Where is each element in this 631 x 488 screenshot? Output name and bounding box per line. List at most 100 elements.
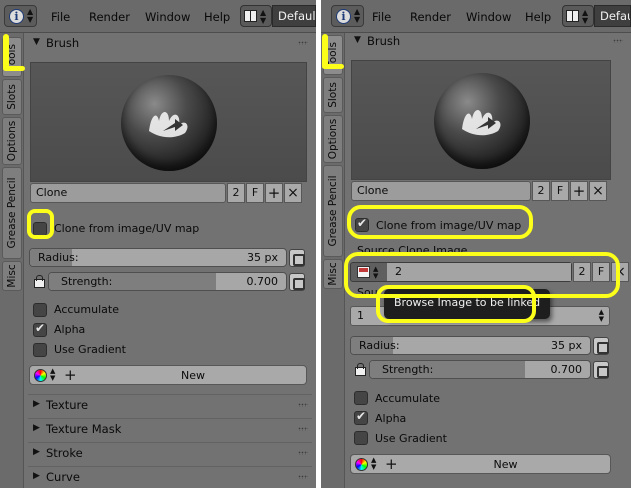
lock-icon[interactable] xyxy=(33,275,45,288)
accumulate-checkbox[interactable] xyxy=(354,391,368,405)
texture-panel-header[interactable]: ▶ Texture xyxy=(28,394,312,414)
updown-arrow-icon: ▲ ▼ xyxy=(582,8,589,25)
radius-pressure-button[interactable] xyxy=(289,249,305,267)
expanded-triangle-icon: ▼ xyxy=(33,37,40,47)
strength-pressure-button[interactable] xyxy=(593,361,609,379)
use-gradient-label: Use Gradient xyxy=(54,343,126,356)
menu-file[interactable]: File xyxy=(372,10,391,24)
use-gradient-label: Use Gradient xyxy=(375,432,447,445)
drag-grip-icon[interactable] xyxy=(298,427,308,431)
menu-help[interactable]: Help xyxy=(204,10,230,24)
tab-slots[interactable]: Slots xyxy=(2,79,22,115)
alpha-checkbox[interactable] xyxy=(354,409,368,425)
strength-pressure-button[interactable] xyxy=(289,273,305,291)
radius-slider[interactable]: Radius: 35 px xyxy=(29,248,287,267)
new-palette-button[interactable]: ▲ ▼ + New xyxy=(350,454,611,474)
alpha-label: Alpha xyxy=(375,412,407,425)
updown-arrow-icon: ▲ ▼ xyxy=(354,7,361,24)
updown-arrow-icon: ▲ ▼ xyxy=(27,7,34,24)
tab-slots[interactable]: Slots xyxy=(323,77,343,113)
brush-name-field[interactable]: Clone xyxy=(30,183,226,203)
drag-grip-icon[interactable] xyxy=(613,39,623,43)
color-wheel-icon xyxy=(355,458,368,471)
left-screenshot-pane: i ▲ ▼ File Render Window Help ▲ ▼ Default … xyxy=(0,0,316,488)
clone-brush-icon xyxy=(121,75,217,171)
accumulate-label: Accumulate xyxy=(375,392,440,405)
menu-window[interactable]: Window xyxy=(466,10,511,24)
tab-misc[interactable]: Misc xyxy=(323,259,343,289)
tab-options[interactable]: Options xyxy=(2,117,22,165)
lock-icon[interactable] xyxy=(354,363,366,376)
drag-grip-icon[interactable] xyxy=(298,41,308,45)
remove-brush-button[interactable]: × xyxy=(284,183,302,203)
drag-grip-icon[interactable] xyxy=(298,451,308,455)
use-gradient-checkbox[interactable] xyxy=(354,431,368,445)
plus-icon: + xyxy=(64,366,77,384)
alpha-checkbox[interactable] xyxy=(33,321,47,337)
tools-tab-highlight-underline xyxy=(322,64,344,69)
texture-mask-panel-header[interactable]: ▶ Texture Mask xyxy=(28,418,312,438)
tool-tabs: Tools Slots Options Grease Pencil Misc xyxy=(0,33,24,488)
panel-title: Brush xyxy=(367,34,401,48)
clone-brush-icon xyxy=(434,73,530,169)
fake-user-button[interactable]: F xyxy=(551,181,569,201)
checkbox-highlight xyxy=(27,209,54,239)
strength-label: Strength: xyxy=(382,363,434,376)
collapsed-triangle-icon: ▶ xyxy=(33,423,40,433)
brush-users-count[interactable]: 2 xyxy=(532,181,550,201)
updown-arrow-icon: ▲ ▼ xyxy=(260,8,267,25)
strength-slider[interactable]: Strength: 0.700 xyxy=(48,272,287,291)
brush-panel-header[interactable]: ▼ Brush xyxy=(349,31,627,51)
menu-window[interactable]: Window xyxy=(145,10,190,24)
use-gradient-checkbox[interactable] xyxy=(33,343,47,357)
menu-file[interactable]: File xyxy=(51,10,70,24)
add-brush-button[interactable]: + xyxy=(570,181,588,201)
top-menubar: i ▲▼ File Render Window Help ▲▼ Default xyxy=(321,0,631,33)
tab-grease-pencil[interactable]: Grease Pencil xyxy=(323,165,343,257)
tools-tab-highlight-underline xyxy=(3,66,25,71)
plus-icon: + xyxy=(385,455,398,473)
screen-layout-name[interactable]: Default xyxy=(594,5,631,27)
clone-option-highlight xyxy=(347,205,533,239)
new-palette-button[interactable]: ▲ ▼ + New xyxy=(29,365,307,385)
curve-panel-header[interactable]: ▶ Curve xyxy=(28,466,312,486)
tab-misc[interactable]: Misc xyxy=(2,261,22,291)
brush-preview[interactable] xyxy=(351,60,611,180)
menu-render[interactable]: Render xyxy=(410,10,451,24)
brush-name-field[interactable]: Clone xyxy=(351,181,531,201)
collapsed-triangle-icon: ▶ xyxy=(33,399,40,409)
brush-users-count[interactable]: 2 xyxy=(227,183,245,203)
strength-value: 0.700 xyxy=(246,275,279,288)
collapsed-triangle-icon: ▶ xyxy=(33,471,40,481)
radius-value: 35 px xyxy=(551,339,582,352)
tools-tab-highlight xyxy=(3,34,9,70)
add-brush-button[interactable]: + xyxy=(265,183,283,203)
strength-label: Strength: xyxy=(61,275,113,288)
info-icon: i xyxy=(9,9,24,24)
new-label: New xyxy=(181,369,205,382)
drag-grip-icon[interactable] xyxy=(298,403,308,407)
stroke-panel-header[interactable]: ▶ Stroke xyxy=(28,442,312,462)
clone-from-image-label: Clone from image/UV map xyxy=(54,222,200,235)
brush-preview[interactable] xyxy=(30,62,307,182)
screen-layout-button[interactable]: ▲ ▼ xyxy=(562,5,594,27)
screen-layout-button[interactable]: ▲ ▼ xyxy=(240,5,272,27)
remove-brush-button[interactable]: × xyxy=(589,181,607,201)
radius-pressure-button[interactable] xyxy=(593,337,609,355)
tool-tabs: Tools Slots Options Grease Pencil Misc xyxy=(321,33,345,488)
fake-user-button[interactable]: F xyxy=(246,183,264,203)
brush-panel-header[interactable]: ▼ Brush xyxy=(28,33,312,53)
menu-help[interactable]: Help xyxy=(525,10,551,24)
menu-render[interactable]: Render xyxy=(89,10,130,24)
tab-options[interactable]: Options xyxy=(323,115,343,163)
drag-grip-icon[interactable] xyxy=(298,475,308,479)
radius-label: Radius: xyxy=(38,251,79,264)
strength-slider[interactable]: Strength: 0.700 xyxy=(369,360,591,379)
screen-layout-name[interactable]: Default xyxy=(272,5,316,27)
info-editor-button[interactable]: i ▲ ▼ xyxy=(331,5,364,27)
info-editor-button[interactable]: i ▲ ▼ xyxy=(4,5,37,27)
radius-slider[interactable]: Radius: 35 px xyxy=(350,336,591,355)
accumulate-checkbox[interactable] xyxy=(33,303,47,317)
tab-grease-pencil[interactable]: Grease Pencil xyxy=(2,167,22,259)
right-screenshot-pane: i ▲▼ File Render Window Help ▲▼ Default … xyxy=(321,0,631,488)
